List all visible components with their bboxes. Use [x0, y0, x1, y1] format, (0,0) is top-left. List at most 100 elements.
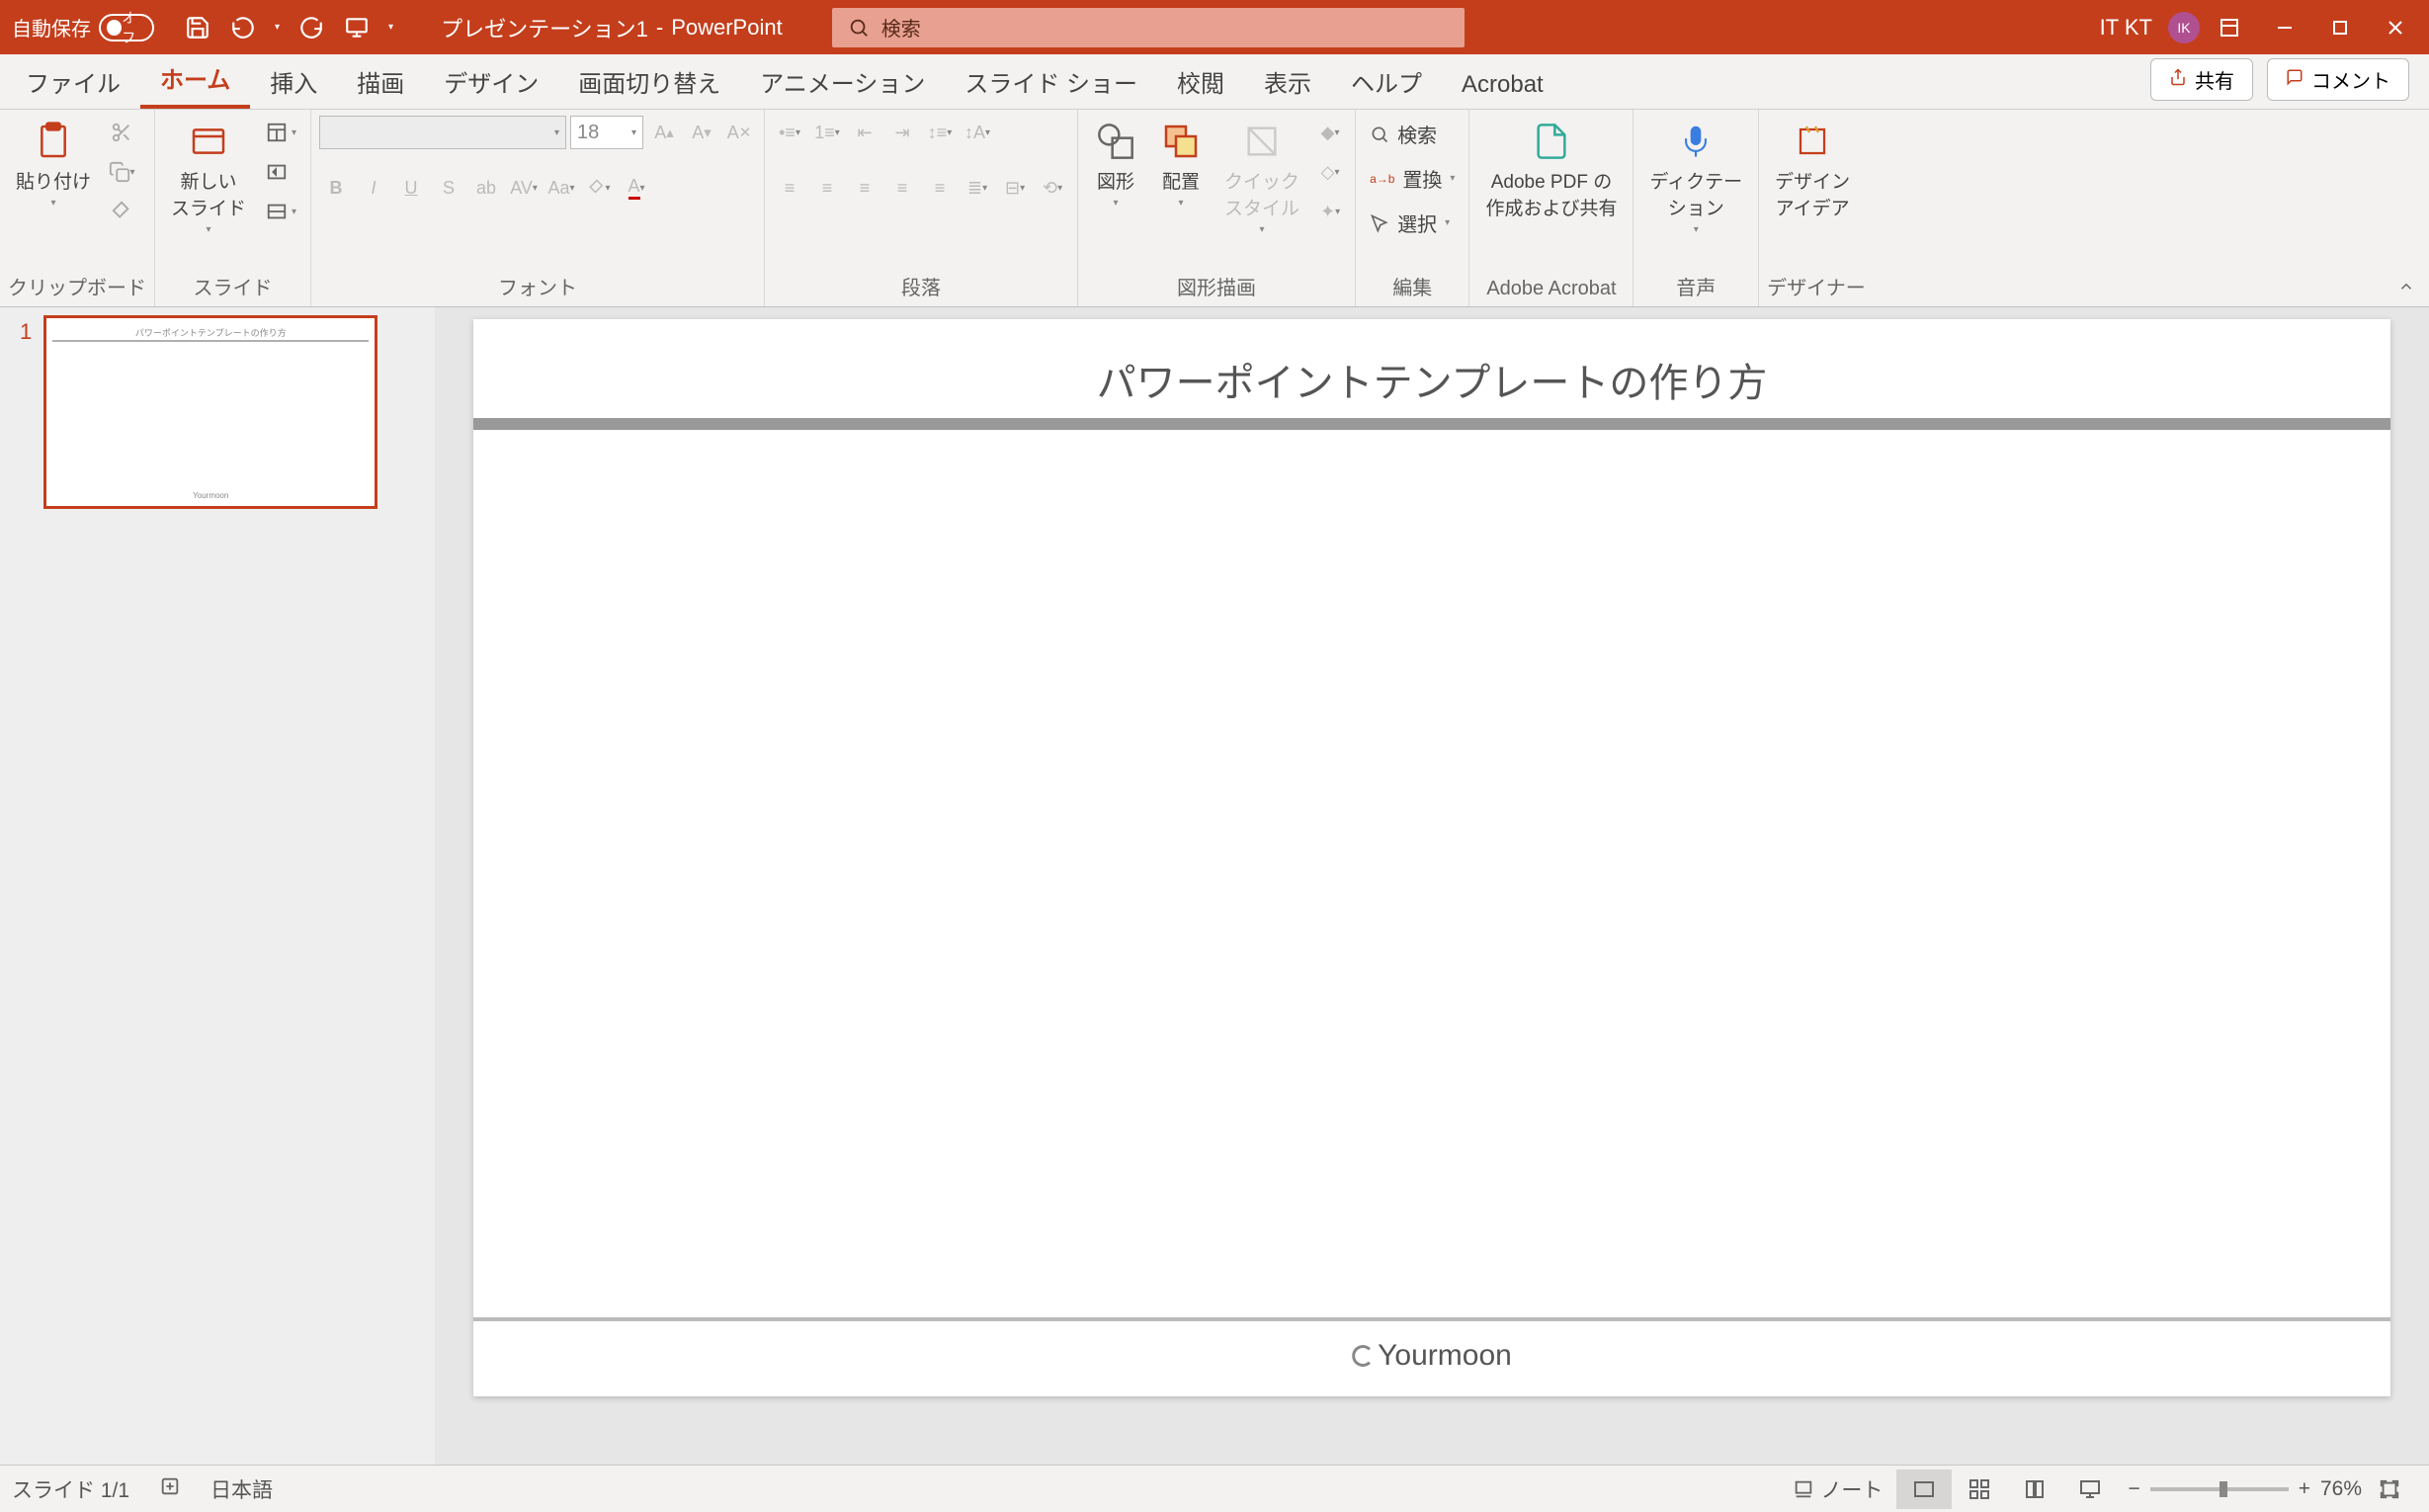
- zoom-slider[interactable]: − +: [2118, 1477, 2320, 1501]
- designer-label: デザイナー: [1767, 270, 1866, 304]
- slide-editor[interactable]: パワーポイントテンプレートの作り方 Yourmoon: [435, 307, 2429, 1465]
- tab-review[interactable]: 校閲: [1157, 54, 1244, 109]
- numbering-button[interactable]: 1≡▾: [810, 116, 844, 149]
- search-box[interactable]: 検索: [832, 8, 1465, 47]
- reset-button[interactable]: [260, 155, 302, 189]
- slideshow-view-button[interactable]: [2062, 1470, 2118, 1509]
- justify-button[interactable]: ≡: [885, 171, 919, 205]
- columns-button[interactable]: ≣▾: [961, 171, 994, 205]
- language-indicator[interactable]: 日本語: [210, 1474, 273, 1504]
- align-text-button[interactable]: ⊟▾: [998, 171, 1032, 205]
- normal-view-button[interactable]: [1896, 1470, 1952, 1509]
- align-right-button[interactable]: ≡: [848, 171, 881, 205]
- thumbnail-pane[interactable]: 1 パワーポイントテンプレートの作り方 Yourmoon: [0, 307, 435, 1465]
- avatar[interactable]: IK: [2168, 12, 2200, 43]
- select-button[interactable]: 選択▾: [1364, 205, 1456, 241]
- account-area[interactable]: IT KT IK: [2100, 12, 2251, 43]
- reading-view-button[interactable]: [2007, 1470, 2062, 1509]
- align-center-button[interactable]: ≡: [810, 171, 844, 205]
- comment-button[interactable]: コメント: [2267, 58, 2409, 101]
- find-button[interactable]: 検索: [1364, 116, 1443, 152]
- zoom-in-button[interactable]: +: [2299, 1477, 2310, 1501]
- slide-canvas[interactable]: パワーポイントテンプレートの作り方 Yourmoon: [473, 319, 2390, 1396]
- char-spacing-button[interactable]: AV▾: [507, 171, 541, 205]
- tab-transitions[interactable]: 画面切り替え: [558, 54, 740, 109]
- design-ideas-button[interactable]: デザイン アイデア: [1767, 116, 1858, 224]
- ribbon-display-options-icon[interactable]: [2216, 14, 2243, 42]
- increase-indent-button[interactable]: ⇥: [885, 116, 919, 149]
- tab-file[interactable]: ファイル: [6, 54, 140, 109]
- tab-view[interactable]: 表示: [1244, 54, 1331, 109]
- tab-help[interactable]: ヘルプ: [1331, 54, 1442, 109]
- maximize-button[interactable]: [2324, 12, 2356, 43]
- save-icon[interactable]: [184, 14, 211, 42]
- tab-animations[interactable]: アニメーション: [740, 54, 945, 109]
- shrink-font-button[interactable]: A▾: [685, 116, 718, 149]
- clear-formatting-button[interactable]: A✕: [722, 116, 756, 149]
- undo-dropdown[interactable]: ▾: [275, 22, 280, 33]
- section-button[interactable]: ▾: [260, 195, 302, 228]
- text-direction-button[interactable]: ↕A▾: [961, 116, 994, 149]
- font-name-input[interactable]: ▾: [319, 116, 566, 149]
- qat-customize[interactable]: ▾: [388, 22, 393, 33]
- distribute-button[interactable]: ≡: [923, 171, 957, 205]
- italic-button[interactable]: I: [357, 171, 390, 205]
- shape-fill-button[interactable]: ◆▾: [1313, 116, 1347, 149]
- slide-title[interactable]: パワーポイントテンプレートの作り方: [473, 351, 2390, 408]
- notes-button[interactable]: ノート: [1779, 1474, 1896, 1504]
- zoom-track[interactable]: [2150, 1487, 2289, 1491]
- slide-counter[interactable]: スライド 1/1: [12, 1474, 129, 1504]
- shape-outline-button[interactable]: ◇▾: [1313, 155, 1347, 189]
- tab-slideshow[interactable]: スライド ショー: [945, 54, 1157, 109]
- autosave-toggle[interactable]: 自動保存 オフ: [0, 13, 166, 42]
- shapes-button[interactable]: 図形▾: [1086, 116, 1145, 212]
- highlight-button[interactable]: ▾: [582, 171, 616, 205]
- font-color-button[interactable]: A▾: [620, 171, 653, 205]
- replace-button[interactable]: a→b 置換▾: [1364, 160, 1461, 197]
- shape-effects-button[interactable]: ✦▾: [1313, 195, 1347, 228]
- share-button[interactable]: 共有: [2150, 58, 2253, 101]
- tab-insert[interactable]: 挿入: [250, 54, 337, 109]
- decrease-indent-button[interactable]: ⇤: [848, 116, 881, 149]
- layout-button[interactable]: ▾: [260, 116, 302, 149]
- minimize-button[interactable]: [2269, 12, 2301, 43]
- sorter-view-button[interactable]: [1952, 1470, 2007, 1509]
- redo-button[interactable]: [297, 14, 325, 42]
- copy-button[interactable]: ▾: [105, 155, 138, 189]
- dictate-button[interactable]: ディクテー ション▾: [1641, 116, 1750, 239]
- paste-button[interactable]: 貼り付け ▾: [8, 116, 99, 212]
- line-spacing-button[interactable]: ↕≡▾: [923, 116, 957, 149]
- close-button[interactable]: [2380, 12, 2411, 43]
- thumbnail-item[interactable]: 1 パワーポイントテンプレートの作り方 Yourmoon: [20, 315, 415, 509]
- tab-home[interactable]: ホーム: [140, 50, 250, 109]
- align-left-button[interactable]: ≡: [773, 171, 806, 205]
- format-painter-button[interactable]: [105, 195, 138, 228]
- tab-acrobat[interactable]: Acrobat: [1442, 61, 1563, 109]
- adobe-pdf-button[interactable]: Adobe PDF の 作成および共有: [1477, 116, 1625, 224]
- tab-draw[interactable]: 描画: [337, 54, 424, 109]
- smartart-button[interactable]: ⟲▾: [1036, 171, 1069, 205]
- new-slide-button[interactable]: 新しい スライド ▾: [163, 116, 254, 239]
- change-case-button[interactable]: Aa▾: [544, 171, 578, 205]
- bullets-button[interactable]: •≡▾: [773, 116, 806, 149]
- arrange-button[interactable]: 配置▾: [1151, 116, 1211, 212]
- quick-styles-button[interactable]: クイック スタイル▾: [1216, 116, 1307, 239]
- font-size-input[interactable]: 18▾: [570, 116, 643, 149]
- accessibility-icon[interactable]: [159, 1475, 181, 1503]
- group-font: ▾ 18▾ A▴ A▾ A✕ B I U S ab AV▾ Aa▾ ▾ A▾ フ…: [311, 110, 765, 306]
- underline-button[interactable]: U: [394, 171, 428, 205]
- tab-design[interactable]: デザイン: [424, 54, 558, 109]
- bold-button[interactable]: B: [319, 171, 353, 205]
- text-shadow-button[interactable]: ab: [469, 171, 503, 205]
- collapse-ribbon-button[interactable]: [2384, 272, 2429, 306]
- zoom-out-button[interactable]: −: [2128, 1477, 2139, 1501]
- thumbnail-slide[interactable]: パワーポイントテンプレートの作り方 Yourmoon: [43, 315, 377, 509]
- start-from-beginning-icon[interactable]: [343, 14, 371, 42]
- thumbnail-title: パワーポイントテンプレートの作り方: [135, 326, 287, 339]
- undo-button[interactable]: [229, 14, 257, 42]
- strikethrough-button[interactable]: S: [432, 171, 465, 205]
- cut-button[interactable]: [105, 116, 138, 149]
- grow-font-button[interactable]: A▴: [647, 116, 681, 149]
- zoom-percent[interactable]: 76%: [2320, 1477, 2362, 1501]
- fit-window-button[interactable]: [2362, 1470, 2417, 1509]
